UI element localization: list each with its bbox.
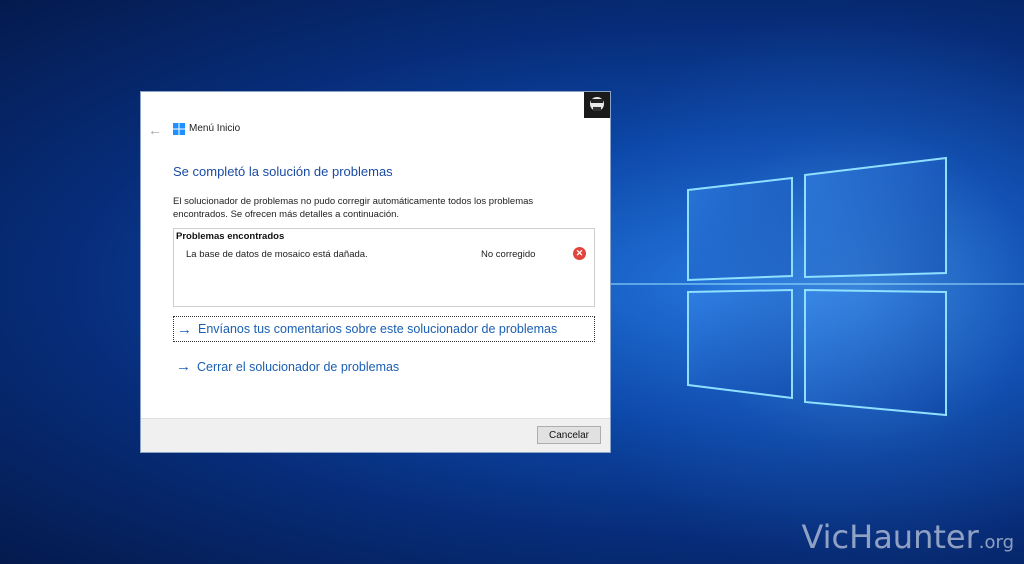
send-feedback-link[interactable]: → Envíanos tus comentarios sobre este so… <box>173 316 595 342</box>
arrow-right-icon: → <box>176 358 191 375</box>
vichaunter-watermark: VicHaunter.org <box>801 518 1014 556</box>
problems-header: Problemas encontrados <box>176 231 285 242</box>
back-arrow-icon[interactable]: ← <box>148 122 162 138</box>
error-icon: ✕ <box>573 247 586 260</box>
watermark-text: VicHaunter <box>801 518 979 556</box>
windows-start-icon <box>173 123 185 135</box>
page-title: Se completó la solución de problemas <box>173 164 393 179</box>
cancel-button[interactable]: Cancelar <box>537 426 601 444</box>
avatar <box>584 92 610 118</box>
problems-list: Problemas encontrados La base de datos d… <box>173 228 595 307</box>
arrow-right-icon: → <box>177 320 192 338</box>
watermark-tld: .org <box>978 532 1014 553</box>
problem-status: No corregido <box>481 249 536 260</box>
avatar-icon <box>590 97 604 111</box>
app-title: Menú Inicio <box>189 123 241 134</box>
description-text: El solucionador de problemas no pudo cor… <box>173 196 534 220</box>
close-troubleshooter-label: Cerrar el solucionador de problemas <box>197 359 400 374</box>
troubleshooter-dialog: ← Menú Inicio Se completó la solución de… <box>140 91 611 453</box>
dialog-footer: Cancelar <box>141 418 610 452</box>
close-troubleshooter-link[interactable]: → Cerrar el solucionador de problemas <box>176 358 399 375</box>
problem-name: La base de datos de mosaico está dañada. <box>186 249 368 260</box>
send-feedback-label: Envíanos tus comentarios sobre este solu… <box>198 322 558 336</box>
